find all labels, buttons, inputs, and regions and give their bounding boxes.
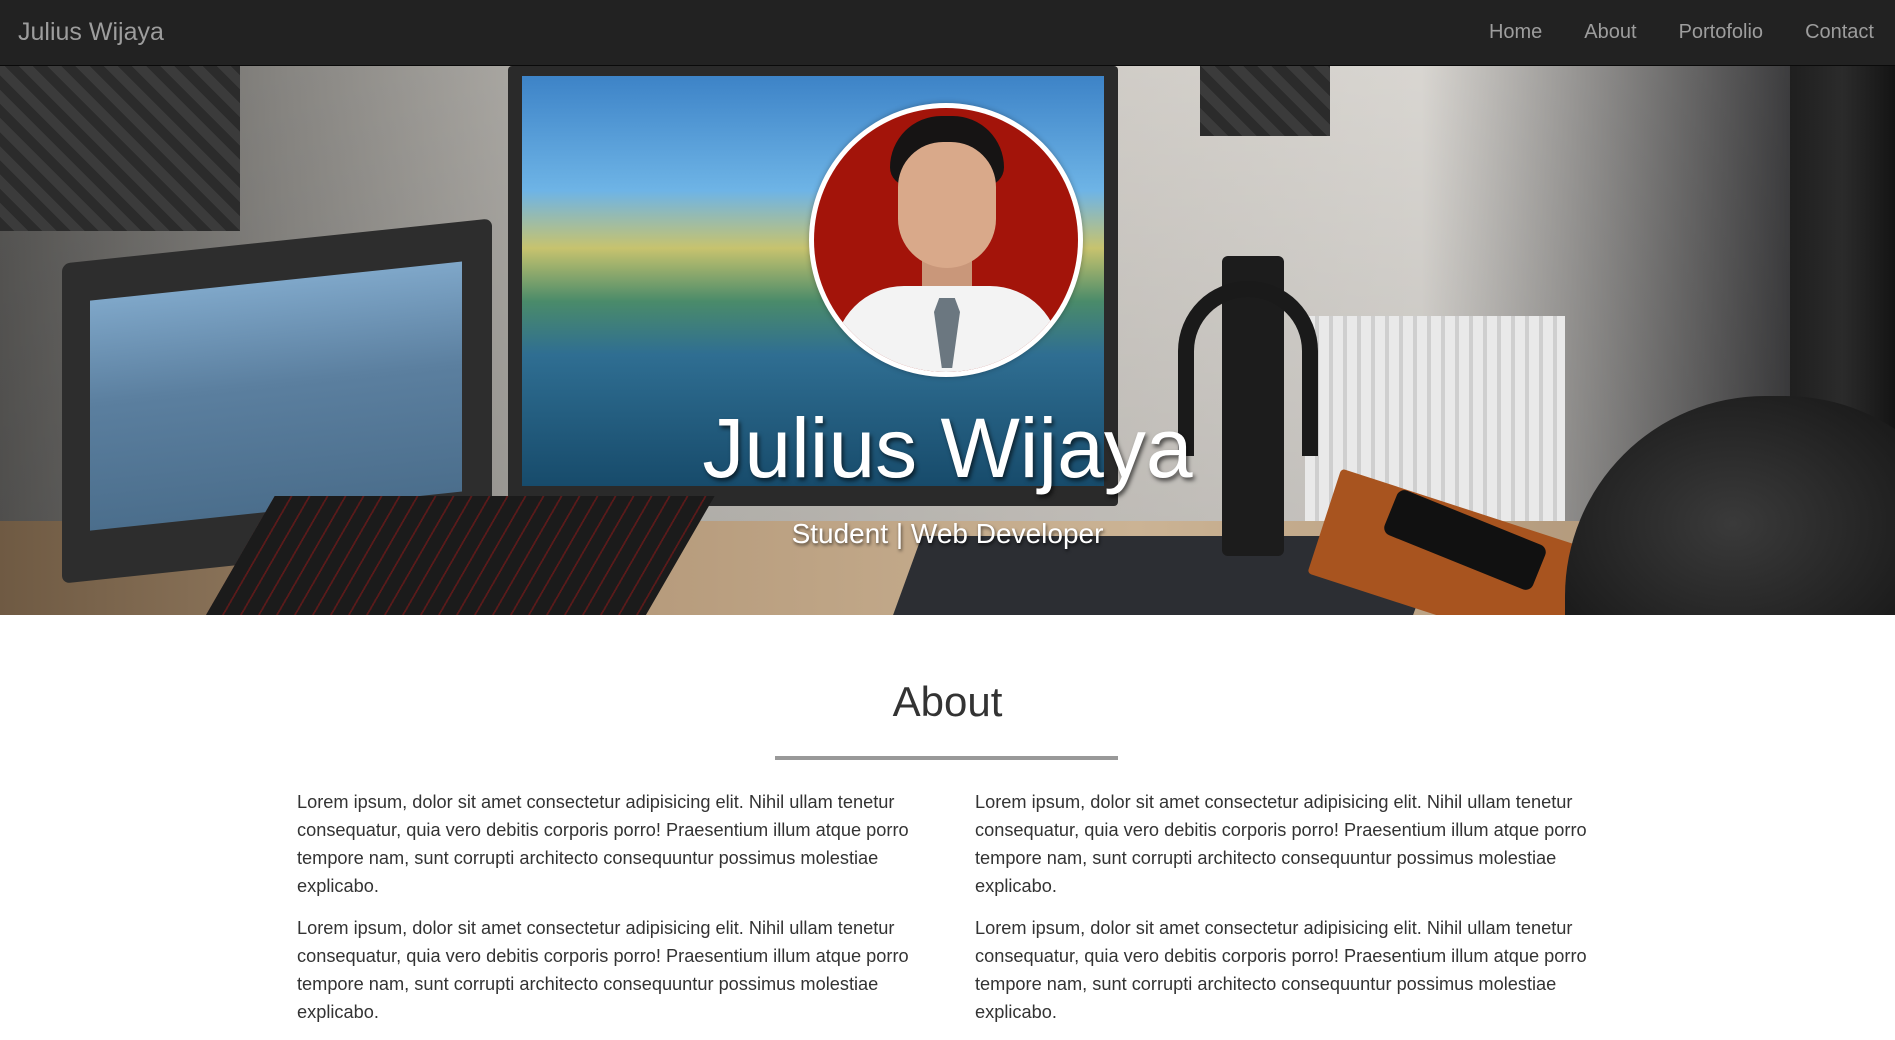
acoustic-panel-left: [0, 66, 240, 231]
hero-subtitle: Student | Web Developer: [791, 518, 1104, 549]
about-paragraph: Lorem ipsum, dolor sit amet consectetur …: [297, 918, 909, 1022]
about-paragraph: Lorem ipsum, dolor sit amet consectetur …: [975, 792, 1587, 896]
about-left-column: Lorem ipsum, dolor sit amet consectetur …: [297, 788, 919, 1040]
nav-contact-link[interactable]: Contact: [1784, 0, 1895, 65]
about-paragraph: Lorem ipsum, dolor sit amet consectetur …: [975, 918, 1587, 1022]
brand-link[interactable]: Julius Wijaya: [18, 18, 164, 47]
avatar-face: [898, 142, 996, 268]
nav-home-link[interactable]: Home: [1468, 0, 1563, 65]
about-divider: [775, 756, 1118, 760]
profile-avatar: [809, 103, 1083, 377]
about-right-column: Lorem ipsum, dolor sit amet consectetur …: [975, 788, 1597, 1040]
hero-name: Julius Wijaya: [702, 401, 1193, 495]
profile-photo: [814, 108, 1078, 372]
top-navbar: Julius Wijaya Home About Portofolio Cont…: [0, 0, 1895, 66]
nav-links: Home About Portofolio Contact: [1468, 0, 1895, 65]
about-columns: Lorem ipsum, dolor sit amet consectetur …: [297, 788, 1597, 1040]
acoustic-panel-right: [1200, 66, 1330, 136]
nav-portofolio-link[interactable]: Portofolio: [1658, 0, 1785, 65]
about-heading: About: [892, 678, 1003, 725]
nav-about-link[interactable]: About: [1563, 0, 1657, 65]
about-paragraph: Lorem ipsum, dolor sit amet consectetur …: [297, 792, 909, 896]
laptop-keyboard-image: [205, 496, 715, 615]
